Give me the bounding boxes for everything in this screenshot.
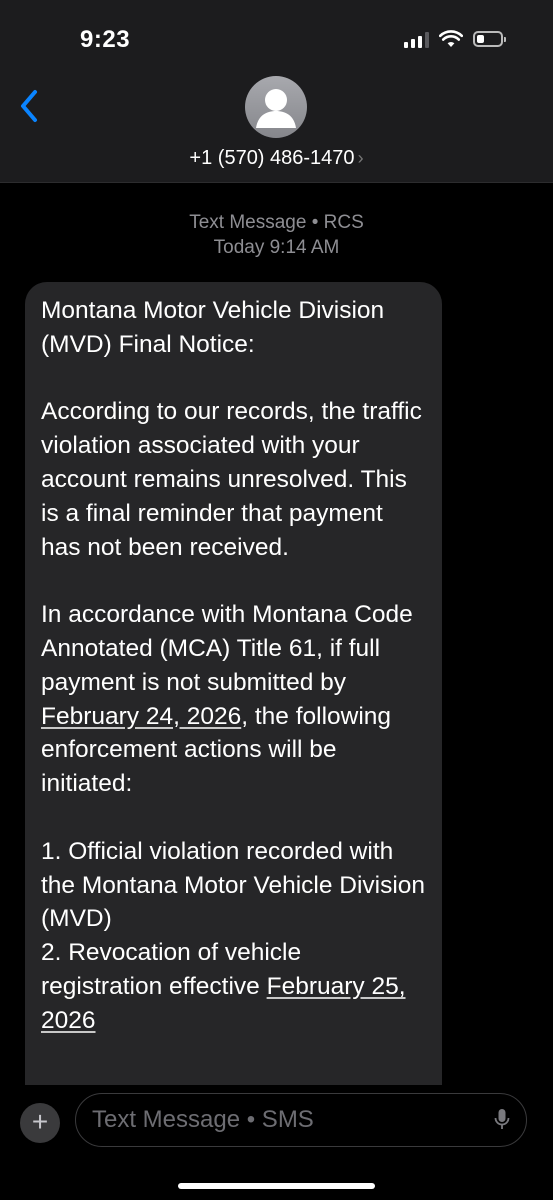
status-icons bbox=[404, 30, 506, 48]
message-paragraph: In accordance with Montana Code Annotate… bbox=[41, 598, 426, 801]
list-item-text: 2. Revocation of vehicle registration ef… bbox=[41, 939, 302, 1000]
microphone-icon[interactable] bbox=[494, 1108, 510, 1132]
wifi-icon bbox=[439, 30, 463, 47]
chevron-right-icon: › bbox=[357, 148, 364, 168]
contact-avatar-icon[interactable] bbox=[245, 76, 307, 138]
message-heading: Montana Motor Vehicle Division (MVD) Fin… bbox=[41, 297, 385, 358]
message-bubble[interactable]: Montana Motor Vehicle Division (MVD) Fin… bbox=[25, 282, 442, 1142]
list-item: 1. Official violation recorded with the … bbox=[41, 837, 426, 933]
conversation-header: 9:23 +1 (570) 486-1470 › bbox=[0, 0, 553, 183]
message-timestamp: Today 9:14 AM bbox=[213, 237, 340, 258]
input-placeholder: Text Message • SMS bbox=[92, 1106, 314, 1133]
message-input[interactable]: Text Message • SMS bbox=[75, 1093, 527, 1147]
service-label: Text Message • RCS bbox=[189, 212, 364, 233]
plus-icon[interactable]: + bbox=[20, 1103, 60, 1143]
message-paragraph: According to our records, the traffic vi… bbox=[41, 398, 422, 561]
back-chevron-icon[interactable] bbox=[16, 88, 44, 124]
status-time: 9:23 bbox=[80, 26, 131, 53]
message-composer: + Text Message • SMS bbox=[0, 1085, 553, 1200]
contact-name-button[interactable]: +1 (570) 486-1470 › bbox=[0, 147, 553, 170]
message-list: 1. Official violation recorded with the … bbox=[41, 835, 426, 1038]
contact-number: +1 (570) 486-1470 bbox=[189, 147, 355, 169]
date-link[interactable]: February 24, 2026 bbox=[41, 703, 241, 730]
message-text: In accordance with Montana Code Annotate… bbox=[41, 601, 413, 696]
battery-icon bbox=[473, 31, 506, 47]
cellular-signal-icon bbox=[404, 31, 429, 48]
home-indicator bbox=[178, 1183, 375, 1189]
